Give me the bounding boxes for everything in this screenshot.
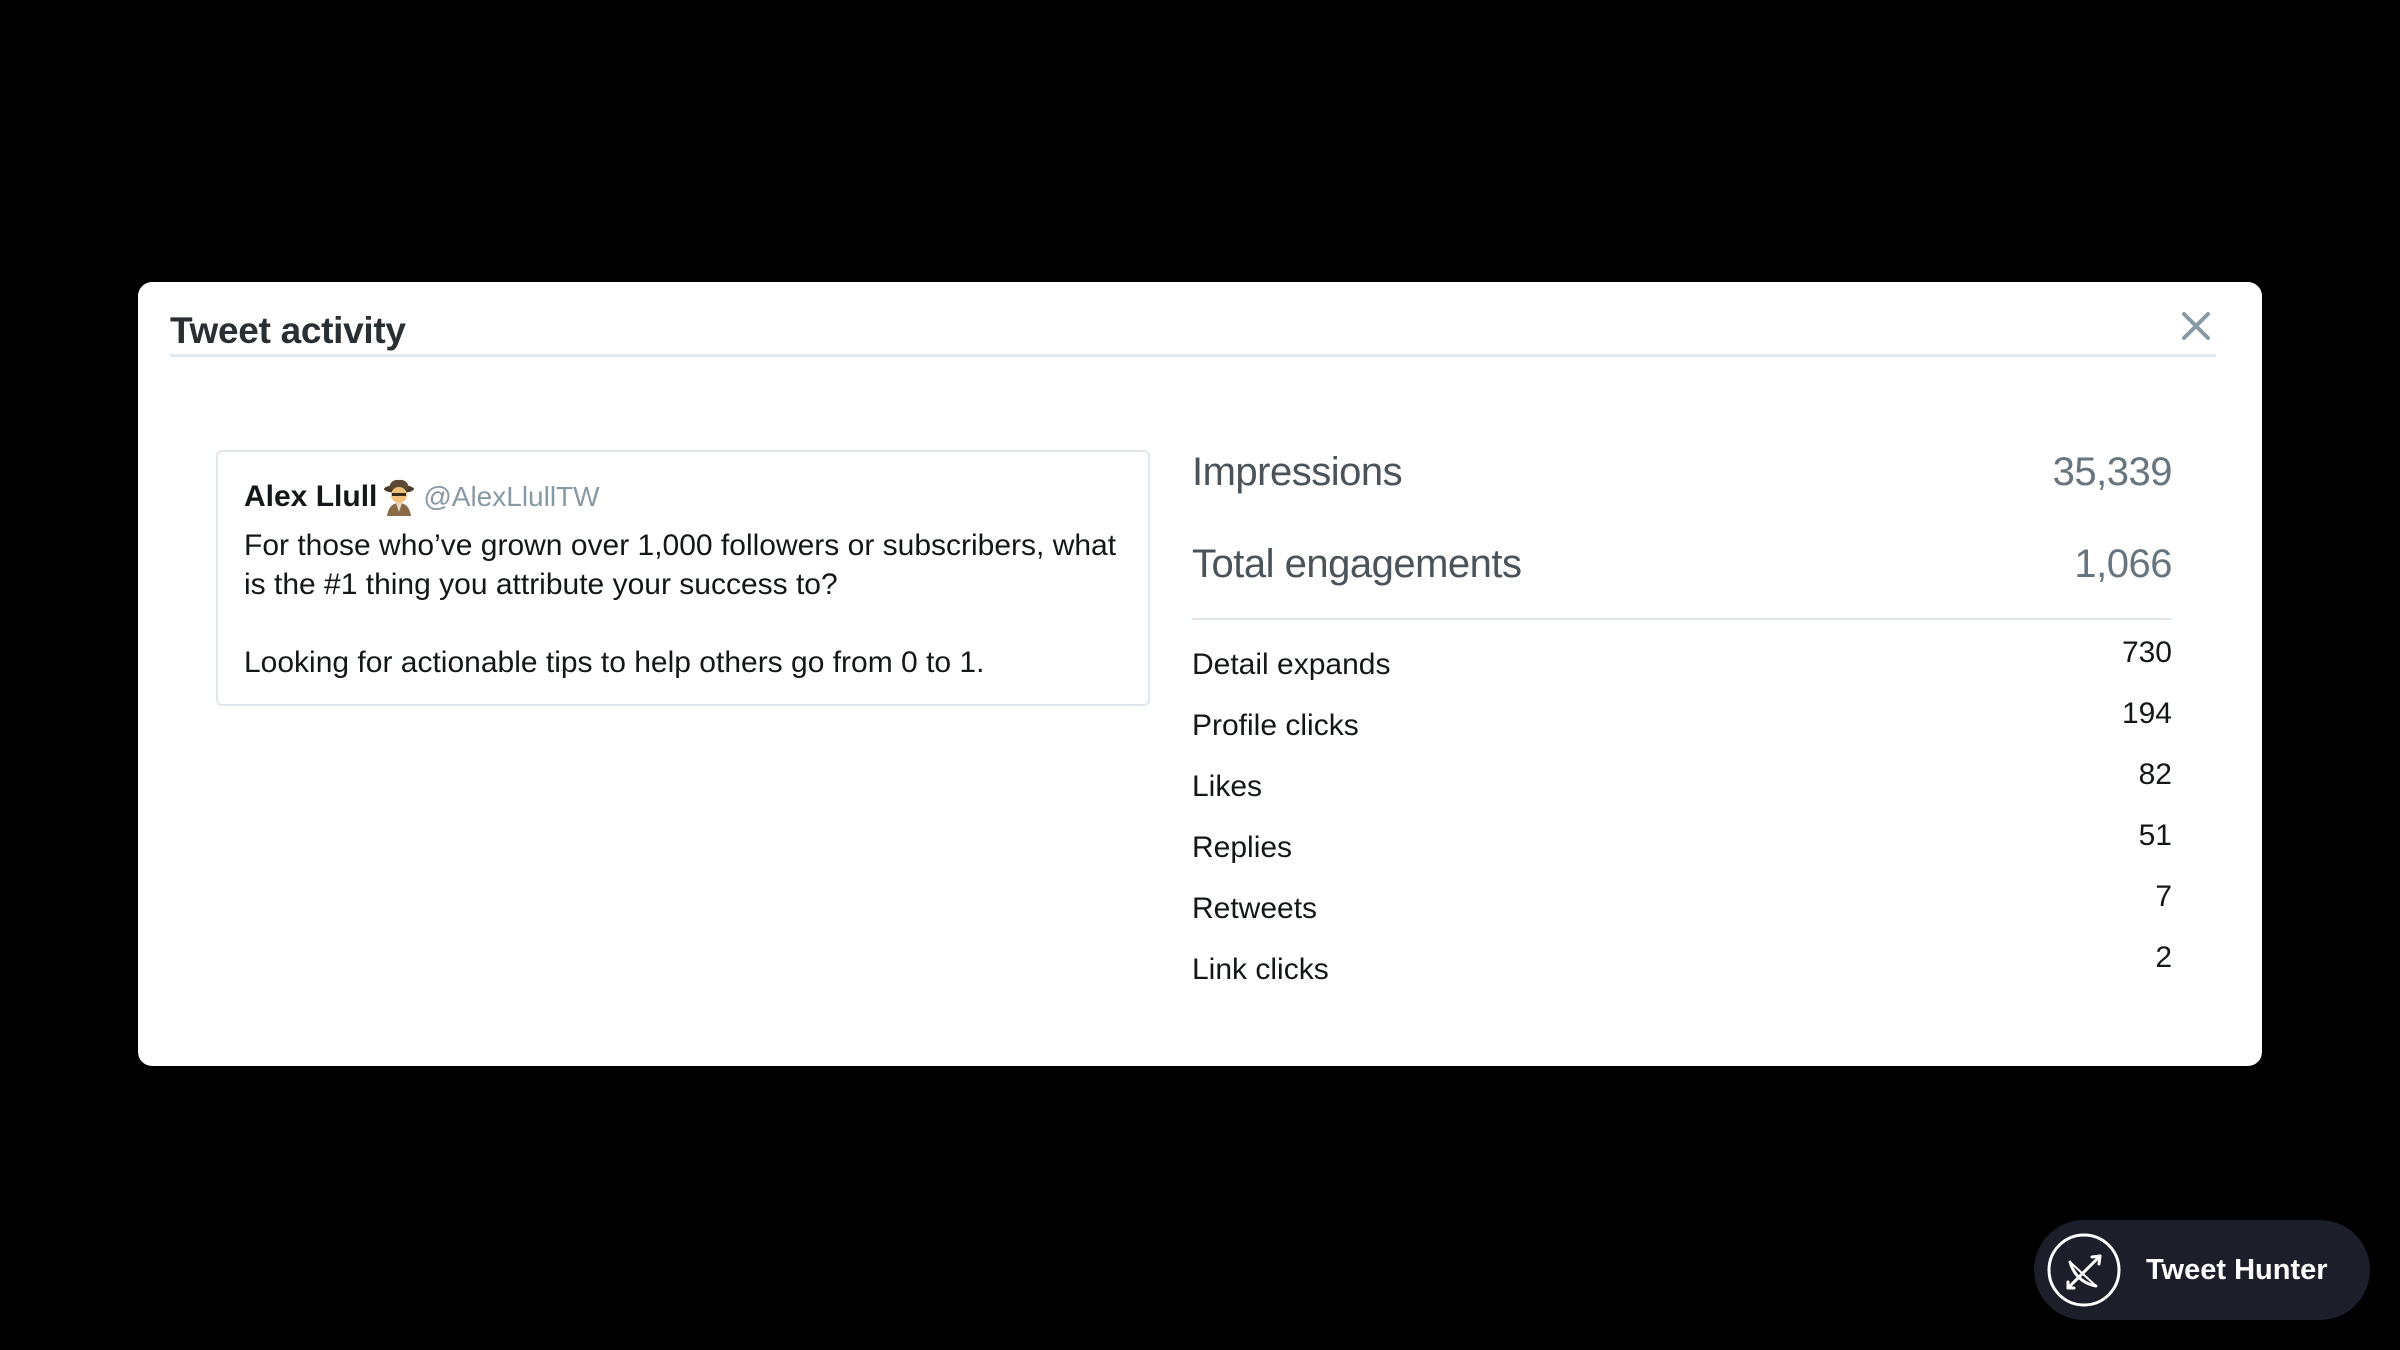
detective-emoji-icon bbox=[381, 478, 417, 516]
stat-detail-expands: Detail expands 730 bbox=[1192, 632, 2172, 693]
stat-total-engagements: Total engagements 1,066 bbox=[1192, 530, 2172, 622]
author-name[interactable]: Alex Llull bbox=[244, 480, 377, 514]
stat-value: 82 bbox=[2138, 758, 2172, 791]
stat-label: Replies bbox=[1192, 831, 1293, 864]
stat-label: Detail expands bbox=[1192, 648, 1391, 681]
stat-label: Profile clicks bbox=[1192, 709, 1359, 742]
stat-retweets: Retweets 7 bbox=[1192, 876, 2172, 937]
stat-replies: Replies 51 bbox=[1192, 815, 2172, 876]
screen: Tweet activity Alex Llull @AlexLlullTW F… bbox=[0, 0, 2400, 1350]
tweet-paragraph: Looking for actionable tips to help othe… bbox=[244, 646, 985, 679]
stat-impressions: Impressions 35,339 bbox=[1192, 438, 2173, 530]
tweet-card[interactable]: Alex Llull @AlexLlullTW For those who’ve… bbox=[216, 450, 1150, 706]
close-icon bbox=[2182, 312, 2210, 340]
stat-label: Likes bbox=[1192, 770, 1263, 803]
tweet-hunter-badge[interactable]: Tweet Hunter bbox=[2034, 1220, 2370, 1320]
engagement-breakdown: Detail expands 730 Profile clicks 194 Li… bbox=[1192, 632, 2172, 998]
stat-value: 2 bbox=[2155, 941, 2172, 974]
stat-value: 1,066 bbox=[2074, 542, 2172, 586]
stat-value: 194 bbox=[2121, 697, 2172, 730]
bow-arrow-icon bbox=[2047, 1233, 2121, 1307]
stat-profile-clicks: Profile clicks 194 bbox=[1192, 693, 2172, 754]
tweet-activity-modal: Tweet activity Alex Llull @AlexLlullTW F… bbox=[138, 282, 2262, 1066]
stat-label: Link clicks bbox=[1192, 953, 1329, 986]
stat-label: Retweets bbox=[1192, 892, 1318, 925]
stat-label: Total engagements bbox=[1192, 542, 1522, 586]
tweet-paragraph: For those who’ve grown over 1,000 follow… bbox=[244, 529, 1117, 601]
stat-label: Impressions bbox=[1192, 450, 1403, 494]
stat-value: 730 bbox=[2121, 636, 2172, 669]
author-handle[interactable]: @AlexLlullTW bbox=[423, 481, 599, 513]
stat-likes: Likes 82 bbox=[1192, 754, 2172, 815]
tweet-text: For those who’ve grown over 1,000 follow… bbox=[244, 526, 1124, 682]
modal-header: Tweet activity bbox=[170, 306, 2216, 357]
modal-title: Tweet activity bbox=[170, 310, 406, 351]
tweet-author: Alex Llull @AlexLlullTW bbox=[244, 478, 600, 516]
stat-value: 35,339 bbox=[2052, 450, 2173, 494]
stats-panel: Impressions 35,339 Total engagements 1,0… bbox=[1192, 438, 2173, 998]
stat-value: 7 bbox=[2155, 880, 2172, 913]
close-button[interactable] bbox=[2176, 306, 2216, 346]
stat-value: 51 bbox=[2138, 819, 2172, 852]
badge-label: Tweet Hunter bbox=[2146, 1253, 2328, 1286]
stat-link-clicks: Link clicks 2 bbox=[1192, 937, 2172, 998]
